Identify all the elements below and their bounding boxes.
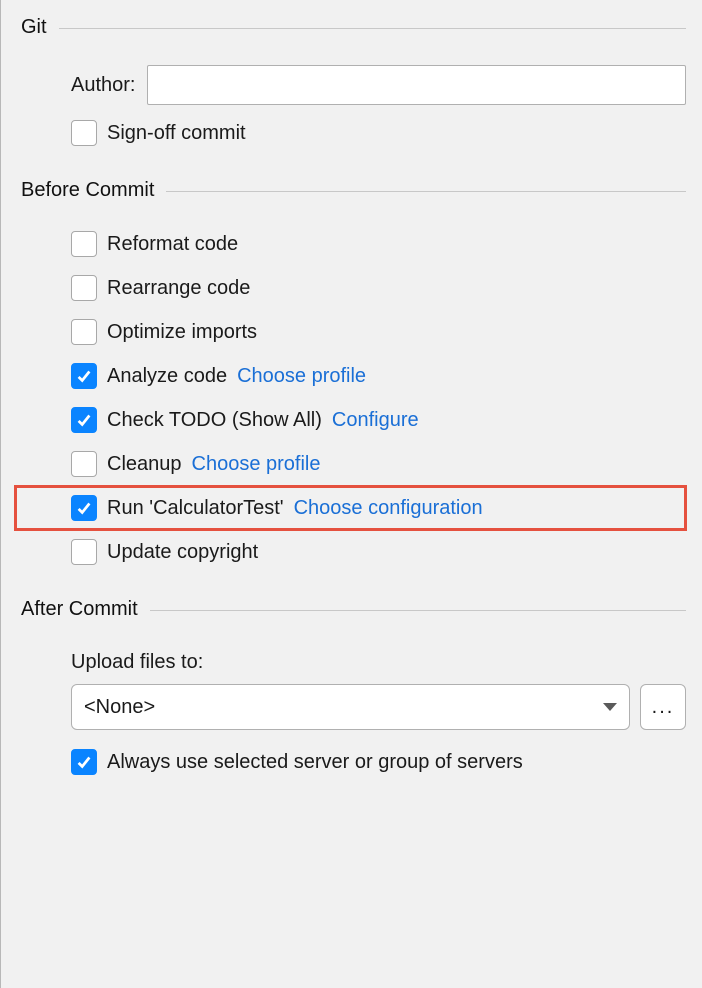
after-commit-title: After Commit	[21, 598, 138, 621]
upload-select[interactable]: <None>	[71, 684, 630, 730]
browse-button[interactable]: ...	[640, 684, 686, 730]
before-commit-link[interactable]: Choose configuration	[294, 497, 483, 520]
before-commit-header: Before Commit	[21, 179, 686, 202]
before-commit-item: Check TODO (Show All) Configure	[21, 398, 686, 442]
before-commit-item: Cleanup Choose profile	[21, 442, 686, 486]
always-use-checkbox[interactable]	[71, 749, 97, 775]
divider	[150, 610, 686, 611]
before-commit-label: Check TODO (Show All)	[107, 409, 322, 432]
before-commit-label: Reformat code	[107, 233, 238, 256]
divider	[59, 28, 686, 29]
always-use-row: Always use selected server or group of s…	[21, 740, 686, 784]
always-use-label: Always use selected server or group of s…	[107, 751, 523, 774]
before-commit-section: Before Commit Reformat code Rearrange cod…	[7, 163, 702, 582]
divider	[166, 191, 686, 192]
author-input[interactable]	[147, 65, 686, 105]
after-commit-section: After Commit Upload files to: <None> ...…	[7, 582, 702, 792]
before-commit-label: Analyze code	[107, 365, 227, 388]
before-commit-checkbox[interactable]	[71, 451, 97, 477]
before-commit-checkbox[interactable]	[71, 407, 97, 433]
before-commit-item: Update copyright	[21, 530, 686, 574]
before-commit-checkbox[interactable]	[71, 539, 97, 565]
before-commit-label: Rearrange code	[107, 277, 250, 300]
after-commit-header: After Commit	[21, 598, 686, 621]
ellipsis-icon: ...	[652, 696, 675, 719]
upload-row: <None> ...	[21, 680, 686, 740]
upload-label: Upload files to:	[71, 651, 203, 673]
before-commit-label: Cleanup	[107, 453, 182, 476]
before-commit-link[interactable]: Choose profile	[192, 453, 321, 476]
before-commit-checkbox[interactable]	[71, 495, 97, 521]
author-label: Author:	[71, 74, 135, 97]
git-title: Git	[21, 16, 47, 39]
chevron-down-icon	[603, 703, 617, 711]
signoff-label: Sign-off commit	[107, 122, 246, 145]
before-commit-label: Update copyright	[107, 541, 258, 564]
before-commit-title: Before Commit	[21, 179, 154, 202]
before-commit-checkbox[interactable]	[71, 231, 97, 257]
before-commit-checkbox[interactable]	[71, 319, 97, 345]
git-header: Git	[21, 16, 686, 39]
before-commit-item: Run 'CalculatorTest' Choose configuration	[15, 486, 686, 530]
before-commit-item: Rearrange code	[21, 266, 686, 310]
signoff-checkbox[interactable]	[71, 120, 97, 146]
before-commit-label: Run 'CalculatorTest'	[107, 497, 284, 520]
upload-value: <None>	[84, 696, 155, 719]
before-commit-item: Optimize imports	[21, 310, 686, 354]
before-commit-item: Reformat code	[21, 222, 686, 266]
author-row: Author:	[21, 59, 686, 111]
git-section: Git Author: Sign-off commit	[7, 0, 702, 163]
upload-label-row: Upload files to:	[21, 641, 686, 680]
before-commit-label: Optimize imports	[107, 321, 257, 344]
before-commit-link[interactable]: Configure	[332, 409, 419, 432]
before-commit-checkbox[interactable]	[71, 363, 97, 389]
before-commit-checkbox[interactable]	[71, 275, 97, 301]
before-commit-link[interactable]: Choose profile	[237, 365, 366, 388]
before-commit-item: Analyze code Choose profile	[21, 354, 686, 398]
signoff-row: Sign-off commit	[21, 111, 686, 155]
